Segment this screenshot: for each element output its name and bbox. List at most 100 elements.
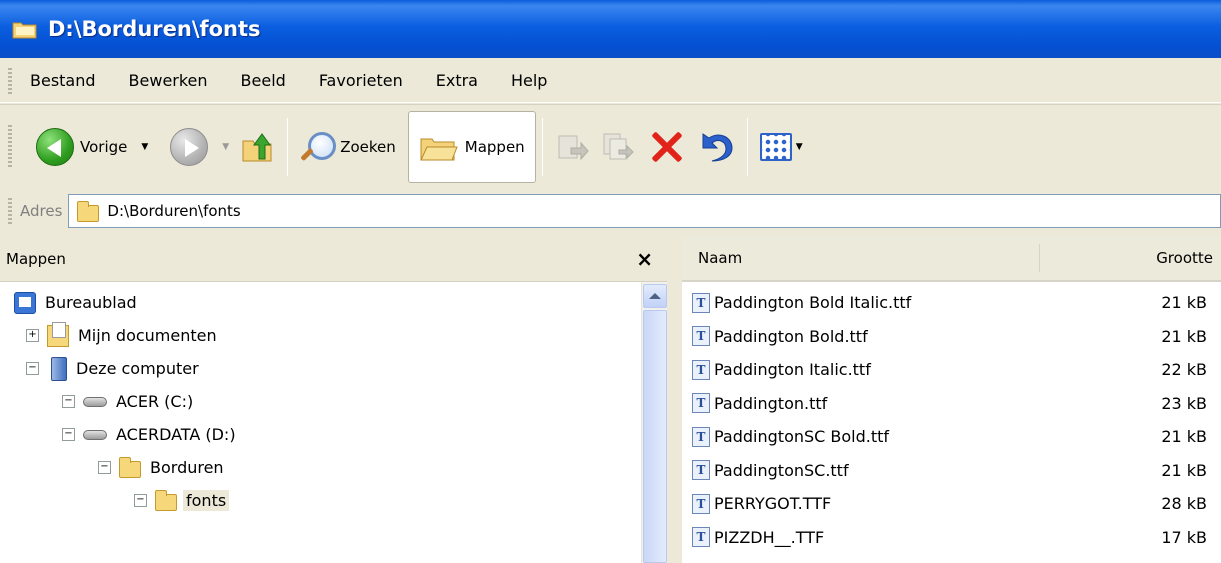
folders-button[interactable]: Mappen <box>407 110 536 183</box>
menu-extra[interactable]: Extra <box>434 69 480 92</box>
menu-favorieten[interactable]: Favorieten <box>317 69 405 92</box>
column-name-label: Naam <box>698 249 743 267</box>
forward-dropdown-icon[interactable]: ▼ <box>222 142 229 152</box>
toolbar-separator <box>541 117 543 176</box>
desktop-icon <box>14 291 36 314</box>
scroll-up-icon[interactable] <box>642 284 667 308</box>
file-size: 21 kB <box>1161 326 1207 346</box>
column-size-label: Grootte <box>1156 249 1213 267</box>
collapse-icon[interactable]: − <box>98 461 111 474</box>
truetype-font-icon: T <box>692 292 710 313</box>
back-dropdown-icon[interactable]: ▼ <box>141 142 148 152</box>
file-row[interactable]: T Paddington Bold.ttf 21 kB <box>682 320 1221 354</box>
truetype-font-icon: T <box>692 359 710 380</box>
up-folder-button[interactable] <box>235 112 281 182</box>
tree-item-my-computer[interactable]: − Deze computer <box>0 352 667 385</box>
tree-item-label: Mijn documenten <box>78 326 217 345</box>
folder-tree-scrollbar[interactable] <box>641 282 667 563</box>
file-size: 21 kB <box>1161 427 1207 447</box>
address-bar: Adres D:\Borduren\fonts <box>0 188 1221 234</box>
collapse-icon[interactable]: − <box>26 362 39 375</box>
toolbar: Vorige ▼ ▼ Zoeken Mappen ▼ <box>0 104 1221 188</box>
address-grip[interactable] <box>8 198 12 224</box>
file-name: Paddington Bold.ttf <box>714 326 868 346</box>
collapse-icon[interactable]: − <box>62 428 75 441</box>
forward-arrow-icon <box>170 127 209 166</box>
file-name: PIZZDH__.TTF <box>714 527 825 547</box>
back-button[interactable]: Vorige ▼ <box>30 112 154 182</box>
undo-button[interactable] <box>691 112 741 182</box>
folders-label: Mappen <box>464 137 525 156</box>
truetype-font-icon: T <box>692 393 710 414</box>
toolbar-grip[interactable] <box>8 125 12 169</box>
file-name: Paddington Bold Italic.ttf <box>714 293 912 313</box>
folders-pane: Mappen × Bureaublad + Mijn documenten − … <box>0 236 668 563</box>
file-name: PaddingtonSC Bold.ttf <box>714 427 890 447</box>
expand-icon[interactable]: + <box>26 329 39 342</box>
close-icon[interactable]: × <box>636 247 653 271</box>
views-icon <box>759 132 792 161</box>
file-row[interactable]: T PERRYGOT.TTF 28 kB <box>682 487 1221 521</box>
truetype-font-icon: T <box>692 326 710 347</box>
file-row[interactable]: T PaddingtonSC.ttf 21 kB <box>682 454 1221 488</box>
menu-bewerken[interactable]: Bewerken <box>127 69 210 92</box>
delete-icon <box>647 128 685 166</box>
file-row[interactable]: T Paddington.ttf 23 kB <box>682 387 1221 421</box>
tree-item-fonts[interactable]: − fonts <box>0 484 667 517</box>
column-header-name[interactable]: Naam <box>682 244 1040 272</box>
tree-item-drive-d[interactable]: − ACERDATA (D:) <box>0 418 667 451</box>
menu-help[interactable]: Help <box>509 69 549 92</box>
file-list-pane: Naam Grootte T Paddington Bold Italic.ttf… <box>682 236 1221 563</box>
folders-pane-title: Mappen <box>6 249 66 268</box>
forward-button[interactable]: ▼ <box>164 112 235 182</box>
menu-beeld[interactable]: Beeld <box>239 69 288 92</box>
title-bar[interactable]: D:\Borduren\fonts <box>0 0 1221 58</box>
file-row[interactable]: T Paddington Italic.ttf 22 kB <box>682 353 1221 387</box>
tree-item-borduren[interactable]: − Borduren <box>0 451 667 484</box>
file-row[interactable]: T PIZZDH__.TTF 17 kB <box>682 521 1221 555</box>
computer-icon <box>51 356 67 381</box>
scrollbar-thumb[interactable] <box>643 310 667 563</box>
folders-icon <box>419 131 459 163</box>
address-input[interactable]: D:\Borduren\fonts <box>68 194 1221 228</box>
file-name: Paddington Italic.ttf <box>714 360 871 380</box>
truetype-font-icon: T <box>692 426 710 447</box>
tree-item-desktop[interactable]: Bureaublad <box>0 286 667 319</box>
my-documents-icon <box>47 321 69 347</box>
move-to-button[interactable] <box>549 112 595 182</box>
tree-item-label: Bureaublad <box>45 293 137 312</box>
move-to-icon <box>555 130 589 164</box>
collapse-icon[interactable]: − <box>62 395 75 408</box>
search-button[interactable]: Zoeken <box>294 112 402 182</box>
collapse-icon[interactable]: − <box>134 494 147 507</box>
column-header-size[interactable]: Grootte <box>1040 249 1221 267</box>
tree-item-my-documents[interactable]: + Mijn documenten <box>0 319 667 352</box>
menu-grip[interactable] <box>8 68 12 94</box>
file-size: 21 kB <box>1161 293 1207 313</box>
file-row[interactable]: T PaddingtonSC Bold.ttf 21 kB <box>682 420 1221 454</box>
up-folder-icon <box>241 131 275 163</box>
file-list-header: Naam Grootte <box>682 236 1221 282</box>
hard-drive-icon <box>83 429 107 440</box>
menu-bestand[interactable]: Bestand <box>28 69 98 92</box>
truetype-font-icon: T <box>692 493 710 514</box>
window-title: D:\Borduren\fonts <box>48 17 261 41</box>
pane-splitter[interactable] <box>668 236 682 563</box>
folder-icon <box>119 457 141 478</box>
file-row[interactable]: T Paddington Bold Italic.ttf 21 kB <box>682 286 1221 320</box>
folder-window-icon <box>12 18 38 40</box>
delete-button[interactable] <box>641 112 691 182</box>
copy-to-button[interactable] <box>595 112 641 182</box>
views-dropdown-icon[interactable]: ▼ <box>796 142 803 152</box>
folder-tree: Bureaublad + Mijn documenten − Deze comp… <box>0 282 667 517</box>
tree-item-label: ACER (C:) <box>116 392 194 411</box>
address-label: Adres <box>20 202 63 220</box>
folder-icon <box>77 200 100 222</box>
views-button[interactable]: ▼ <box>754 112 809 182</box>
truetype-font-icon: T <box>692 460 710 481</box>
file-size: 22 kB <box>1161 360 1207 380</box>
truetype-font-icon: T <box>692 527 710 548</box>
tree-item-drive-c[interactable]: − ACER (C:) <box>0 385 667 418</box>
file-name: PaddingtonSC.ttf <box>714 460 849 480</box>
file-name: Paddington.ttf <box>714 393 828 413</box>
